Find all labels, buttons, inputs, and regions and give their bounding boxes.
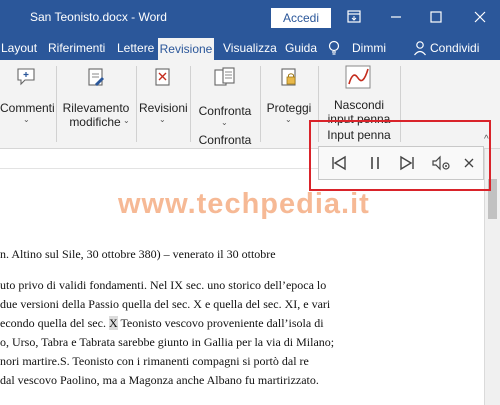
ribbon-tab-bar: Layout Riferimenti Lettere Revisione Vis… — [0, 36, 500, 60]
highlighted-word: X — [108, 316, 118, 330]
minimize-icon — [391, 16, 401, 18]
vertical-scrollbar[interactable] — [484, 149, 500, 405]
hide-ink-label-line2: input penna — [327, 112, 391, 126]
track-changes-dropdown-icon: ⌄ — [123, 116, 130, 125]
person-icon — [414, 41, 426, 56]
track-changes-label-line1: Rilevamento — [62, 101, 130, 115]
document-line: due versioni della Passio quella del sec… — [0, 297, 331, 311]
document-text: econdo quella del sec. — [0, 316, 106, 330]
comments-label: Commenti — [0, 101, 55, 115]
document-line: n. Altino sul Sile, 30 ottobre 380) – ve… — [0, 247, 276, 261]
close-read-aloud-button[interactable] — [457, 151, 481, 175]
previous-icon — [332, 155, 346, 171]
tab-lettere[interactable]: Lettere — [117, 41, 154, 55]
minimize-button[interactable] — [382, 6, 410, 28]
protect-label: Proteggi — [266, 101, 312, 115]
tab-riferimenti[interactable]: Riferimenti — [48, 41, 105, 55]
read-aloud-controls — [318, 146, 484, 180]
settings-speaker-icon — [432, 155, 450, 171]
sign-in-button[interactable]: Accedi — [271, 8, 331, 28]
compare-button[interactable]: Confronta ⌄ — [194, 64, 256, 128]
close-icon — [464, 158, 474, 168]
track-changes-button[interactable]: Rilevamento modifiche ⌄ — [60, 64, 132, 129]
revisions-label: Revisioni — [139, 101, 188, 115]
maximize-icon — [430, 11, 442, 23]
voice-settings-button[interactable] — [429, 151, 453, 175]
scrollbar-thumb[interactable] — [488, 179, 497, 219]
ribbon-display-options-button[interactable] — [340, 6, 368, 28]
document-line: o, Urso, Tabra e Tabrata sarebbe giunto … — [0, 335, 335, 349]
next-icon — [400, 155, 414, 171]
revisions-icon — [155, 68, 170, 86]
document-title: San Teonisto.docx - Word — [30, 10, 167, 24]
track-changes-icon — [88, 68, 104, 86]
tab-layout[interactable]: Layout — [1, 41, 37, 55]
maximize-button[interactable] — [422, 6, 450, 28]
revisions-dropdown-icon: ⌄ — [159, 115, 166, 124]
tab-guida[interactable]: Guida — [285, 41, 317, 55]
document-line: nori martire.S. Teonisto con i rimanenti… — [0, 354, 309, 368]
document-line: uto privo di validi fondamenti. Nel IX s… — [0, 278, 327, 292]
tab-revisione[interactable]: Revisione — [158, 38, 214, 60]
document-line-with-highlight: econdo quella del sec. X Teonisto vescov… — [0, 316, 324, 331]
pause-icon — [371, 157, 379, 169]
title-bar: San Teonisto.docx - Word Accedi — [0, 0, 500, 36]
hide-ink-button[interactable]: Nascondi input penna — [322, 62, 396, 126]
ribbon: Commenti ⌄ Rilevamento modifiche ⌄ Revis… — [0, 60, 500, 149]
compare-group-label: Confronta — [198, 133, 252, 147]
previous-button[interactable] — [327, 151, 351, 175]
lightbulb-icon — [328, 40, 340, 55]
new-comment-icon — [17, 68, 35, 86]
group-separator — [400, 66, 401, 142]
compare-label: Confronta — [198, 104, 252, 118]
close-window-button[interactable] — [466, 6, 494, 28]
group-separator — [56, 66, 57, 142]
close-icon — [474, 11, 486, 23]
group-separator — [136, 66, 137, 142]
comments-button[interactable]: Commenti ⌄ — [0, 64, 55, 128]
tab-visualizza[interactable]: Visualizza — [223, 41, 277, 55]
watermark: www.techpedia.it — [118, 188, 370, 220]
protect-document-icon — [281, 68, 296, 86]
document-text: Teonisto vescovo proveniente dall’isola … — [120, 316, 324, 330]
compare-dropdown-icon: ⌄ — [221, 118, 228, 127]
pause-button[interactable] — [363, 151, 387, 175]
group-separator — [260, 66, 261, 142]
tell-me-label: Dimmi — [352, 41, 386, 55]
compare-documents-icon — [214, 67, 235, 86]
ink-group-label: Input penna — [327, 128, 391, 142]
track-changes-label-line2: modifiche — [69, 115, 121, 129]
comments-dropdown-icon: ⌄ — [23, 115, 30, 124]
hide-ink-icon — [345, 65, 371, 89]
protect-button[interactable]: Proteggi ⌄ — [264, 64, 314, 128]
group-separator — [318, 66, 319, 142]
revisions-button[interactable]: Revisioni ⌄ — [139, 64, 188, 128]
collapse-ribbon-icon[interactable]: ^ — [484, 134, 489, 145]
document-line: dal vescovo Paolino, ma a Magonza anche … — [0, 373, 319, 387]
group-separator — [190, 66, 191, 142]
share-label: Condividi — [430, 41, 480, 55]
hide-ink-label-line1: Nascondi — [333, 98, 385, 112]
ribbon-display-icon — [347, 10, 361, 23]
next-button[interactable] — [395, 151, 419, 175]
protect-dropdown-icon: ⌄ — [285, 115, 292, 124]
